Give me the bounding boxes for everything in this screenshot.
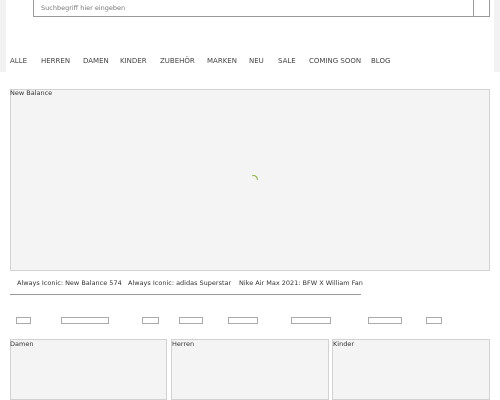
search-button[interactable]: [473, 0, 489, 16]
tab-nike-air-max-2021[interactable]: Nike Air Max 2021: BFW X William Fan: [239, 279, 363, 287]
category-card-kinder[interactable]: [332, 339, 490, 400]
hero-title: New Balance: [10, 89, 53, 97]
hero-banner[interactable]: [10, 89, 490, 271]
category-card-damen[interactable]: [10, 339, 167, 400]
loading-placeholder: [16, 317, 31, 324]
category-label-damen: Damen: [10, 340, 34, 348]
loading-placeholder: [142, 317, 159, 324]
featured-tabs: Always Iconic: New Balance 574 Always Ic…: [10, 277, 363, 295]
nav-item-coming-soon[interactable]: COMING SOON: [309, 57, 361, 65]
right-edge-strip: [494, 0, 500, 72]
search-input[interactable]: [34, 0, 474, 16]
left-edge-strip: [0, 0, 6, 72]
nav-item-blog[interactable]: BLOG: [371, 57, 390, 65]
search-bar: [33, 0, 490, 17]
category-label-kinder: Kinder: [333, 340, 354, 348]
nav-item-sale[interactable]: SALE: [278, 57, 296, 65]
loading-placeholder: [368, 317, 402, 324]
loading-placeholder: [179, 317, 203, 324]
nav-item-marken[interactable]: MARKEN: [207, 57, 237, 65]
category-label-herren: Herren: [172, 340, 195, 348]
loading-placeholder: [228, 317, 258, 324]
nav-item-zubehoer[interactable]: ZUBEHÖR: [160, 57, 195, 65]
category-card-herren[interactable]: [171, 339, 329, 400]
tab-new-balance-574[interactable]: Always Iconic: New Balance 574: [17, 279, 122, 287]
nav-item-alle[interactable]: ALLE: [10, 57, 27, 65]
loading-spinner-icon: [252, 175, 258, 181]
loading-placeholder: [61, 317, 109, 324]
nav-item-neu[interactable]: NEU: [249, 57, 264, 65]
nav-item-herren[interactable]: HERREN: [41, 57, 70, 65]
nav-item-kinder[interactable]: KINDER: [120, 57, 147, 65]
loading-placeholder: [426, 317, 442, 324]
nav-item-damen[interactable]: DAMEN: [83, 57, 109, 65]
loading-placeholder: [291, 317, 331, 324]
tab-adidas-superstar[interactable]: Always Iconic: adidas Superstar: [128, 279, 231, 287]
